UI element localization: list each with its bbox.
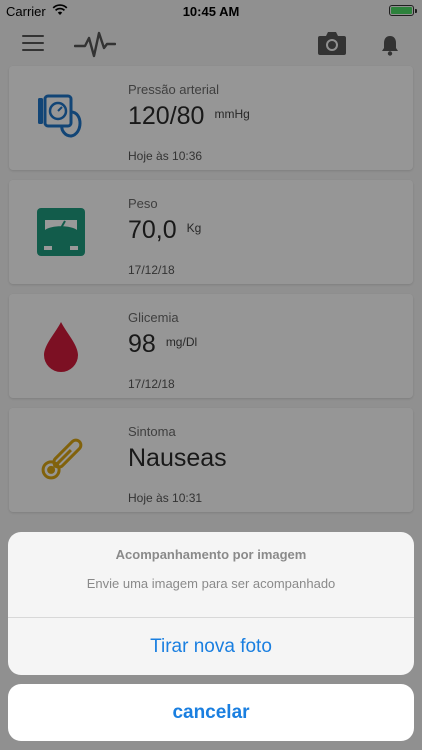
take-new-photo-button[interactable]: Tirar nova foto [8, 618, 414, 675]
action-sheet-message: Envie uma imagem para ser acompanhado [86, 576, 336, 591]
cancel-button[interactable]: cancelar [8, 684, 414, 741]
action-sheet-title: Acompanhamento por imagem [115, 547, 307, 562]
action-sheet: Acompanhamento por imagem Envie uma imag… [8, 532, 414, 675]
